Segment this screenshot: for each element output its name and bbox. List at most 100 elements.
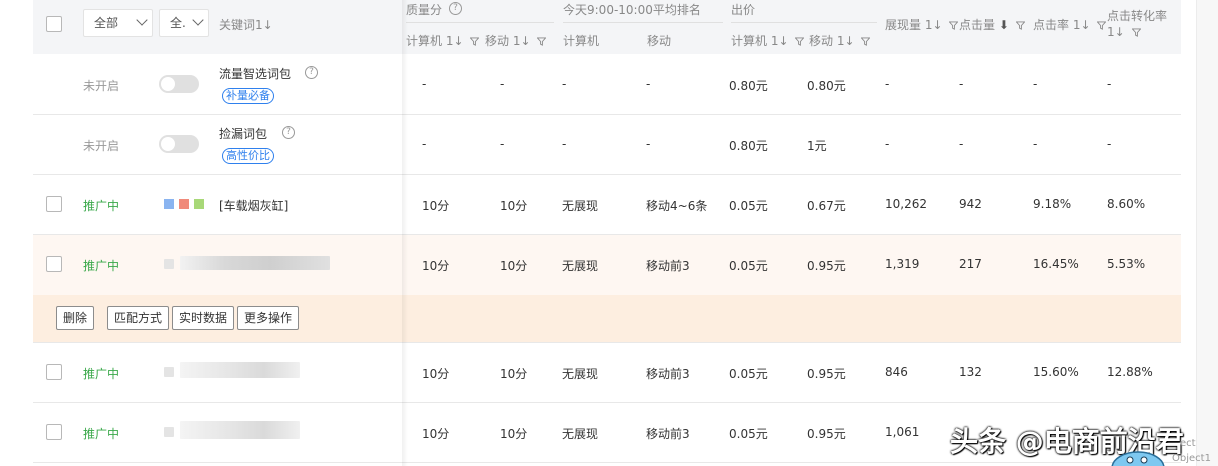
clicks-header[interactable]: 点击量 ⬇ (959, 16, 1025, 33)
ctr: - (1033, 77, 1038, 91)
row-divider (33, 342, 1181, 343)
sort-icon: 1↓ (255, 18, 273, 32)
clicks-label: 点击量 (959, 18, 996, 32)
bid-mobile[interactable]: 1元 (807, 137, 827, 154)
object-label: Object1 (1172, 453, 1211, 464)
cvr: - (1107, 77, 1112, 91)
blurred-marker (164, 427, 174, 437)
bid-mobile-header[interactable]: 移动 1↓ (809, 32, 871, 49)
quality-pc: 10分 (422, 199, 450, 213)
filter-icon[interactable] (795, 37, 805, 46)
impressions: 1,319 (885, 257, 920, 271)
keyword-tag: 高性价比 (222, 148, 274, 164)
filter-icon[interactable] (949, 21, 959, 30)
filter-icon[interactable] (470, 37, 480, 46)
rank-mobile: - (646, 77, 651, 91)
enable-toggle[interactable] (159, 75, 199, 93)
select-all-checkbox[interactable] (46, 16, 62, 32)
type-filter-dropdown[interactable]: 全. (159, 9, 209, 37)
bid-pc[interactable]: 0.05元 (729, 197, 768, 214)
clicks: - (959, 77, 964, 91)
quality-pc: 10分 (422, 259, 450, 273)
ctr-label: 点击率 (1033, 18, 1070, 32)
keyword-column-header[interactable]: 关键词1↓ (219, 16, 273, 33)
row-divider (33, 402, 1181, 403)
mobile-label: 移动 (809, 34, 834, 48)
help-icon[interactable]: ? (449, 2, 462, 15)
filter-icon[interactable] (1015, 21, 1025, 30)
delete-button[interactable]: 删除 (56, 306, 95, 330)
rank-pc: 无展现 (562, 427, 599, 441)
ctr-header[interactable]: 点击率 1↓ (1033, 16, 1107, 33)
type-filter-value: 全. (170, 16, 186, 30)
rank-mobile: 移动前3 (646, 367, 690, 381)
more-actions-button[interactable]: 更多操作 (237, 306, 300, 330)
bid-mobile[interactable]: 0.80元 (807, 77, 846, 94)
avg-rank-header: 今天9:00-10:00平均排名 (563, 1, 701, 18)
cvr-label: 点击转化率 (1107, 9, 1168, 23)
help-icon[interactable]: ? (282, 126, 295, 139)
keyword-header-label: 关键词 (219, 18, 256, 32)
keyword-name: 流量智选词包 (219, 67, 292, 81)
impressions: - (885, 77, 890, 91)
status-text: 推广中 (83, 367, 120, 381)
row-checkbox[interactable] (46, 256, 62, 272)
row-checkbox[interactable] (46, 196, 62, 212)
status-text: 未开启 (83, 139, 120, 153)
row-divider (33, 114, 1181, 115)
filter-icon[interactable] (1131, 28, 1141, 37)
impressions: 846 (885, 365, 908, 379)
rank-pc-header: 计算机 (563, 32, 599, 49)
avg-rank-header-label: 今天9:00-10:00平均排名 (563, 3, 701, 17)
frozen-column-shadow (402, 0, 408, 466)
row-checkbox[interactable] (46, 364, 62, 380)
cvr: 12.88% (1107, 365, 1153, 379)
quality-mobile-header[interactable]: 移动 1↓ (485, 32, 547, 49)
ctr: - (1033, 137, 1038, 151)
status-text: 推广中 (83, 259, 120, 273)
impressions: - (885, 137, 890, 151)
status-filter-dropdown[interactable]: 全部 (83, 9, 153, 37)
cvr-header[interactable]: 点击转化率 (1107, 7, 1167, 24)
filter-icon[interactable] (861, 37, 871, 46)
bid-pc[interactable]: 0.05元 (729, 257, 768, 274)
bid-mobile[interactable]: 0.95元 (807, 257, 846, 274)
status-text: 推广中 (83, 199, 120, 213)
filter-icon[interactable] (537, 37, 547, 46)
keyword-name[interactable]: [车载烟灰缸] (219, 197, 288, 214)
clicks: 217 (959, 257, 982, 271)
sort-icon: 1↓ (1107, 25, 1125, 39)
bid-mobile[interactable]: 0.95元 (807, 365, 846, 382)
filter-icon[interactable] (1097, 21, 1107, 30)
bid-mobile[interactable]: 0.95元 (807, 425, 846, 442)
bid-pc-header[interactable]: 计算机 1↓ (731, 32, 805, 49)
cvr-header-sort[interactable]: 1↓ (1107, 25, 1141, 39)
pc-label: 计算机 (731, 34, 768, 48)
quality-pc-header[interactable]: 计算机 1↓ (406, 32, 480, 49)
row-divider (33, 234, 1181, 235)
quality-score-header: 质量分 (406, 1, 442, 18)
rank-mobile-header: 移动 (647, 32, 671, 49)
row-checkbox[interactable] (46, 424, 62, 440)
scrollbar[interactable] (1196, 0, 1218, 466)
ctr: 9.18% (1033, 197, 1072, 211)
bid-pc[interactable]: 0.05元 (729, 425, 768, 442)
blurred-keyword (180, 362, 300, 378)
color-marker-blue (164, 199, 174, 209)
keyword-tag: 补量必备 (222, 88, 274, 104)
impressions-header[interactable]: 展现量 1↓ (885, 16, 959, 33)
row-divider (33, 174, 1181, 175)
ctr: 15.60% (1033, 365, 1079, 379)
bid-pc[interactable]: 0.80元 (729, 77, 768, 94)
realtime-data-button[interactable]: 实时数据 (172, 306, 235, 330)
match-type-button[interactable]: 匹配方式 (107, 306, 170, 330)
bid-pc[interactable]: 0.05元 (729, 365, 768, 382)
enable-toggle[interactable] (159, 135, 199, 153)
bid-mobile[interactable]: 0.67元 (807, 197, 846, 214)
cvr: 8.60% (1107, 197, 1146, 211)
chevron-down-icon (136, 14, 148, 26)
bid-header-label: 出价 (731, 3, 756, 17)
keyword-name: 捡漏词包 (219, 127, 268, 141)
bid-pc[interactable]: 0.80元 (729, 137, 768, 154)
help-icon[interactable]: ? (305, 66, 318, 79)
